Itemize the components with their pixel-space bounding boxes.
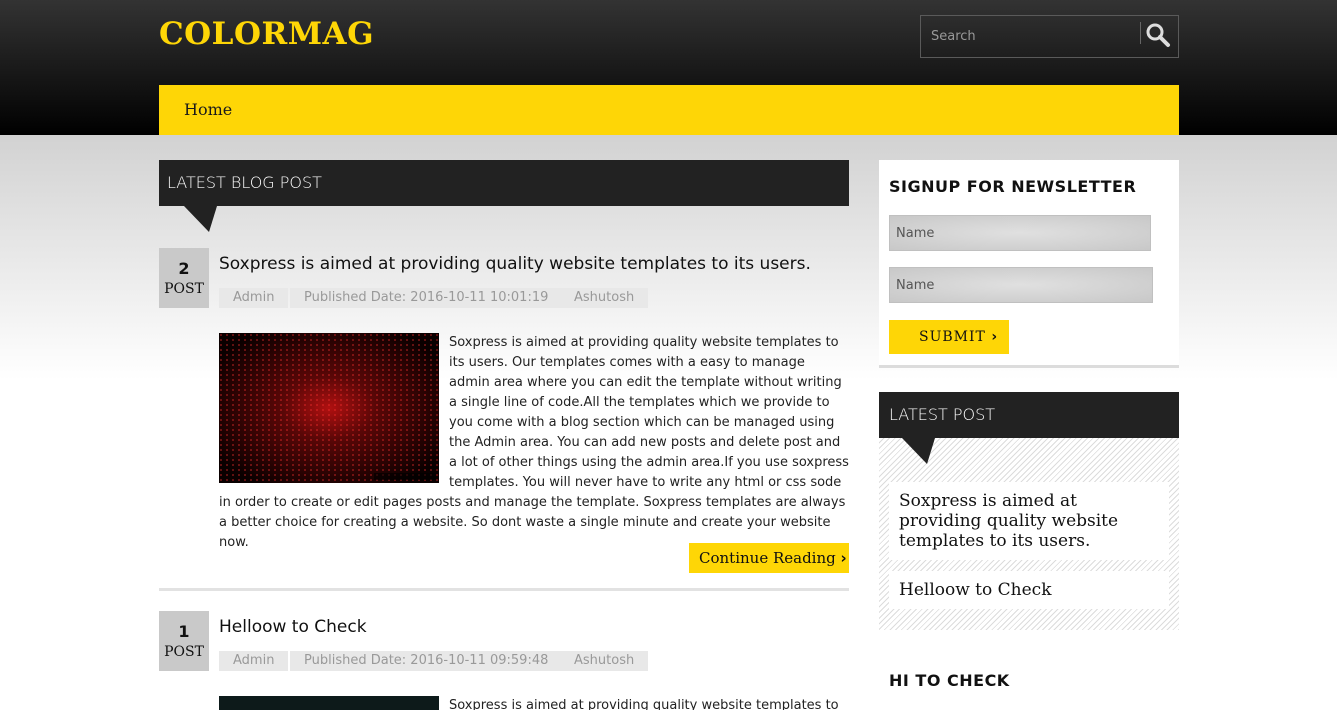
search-input[interactable] <box>921 16 1139 57</box>
latest-post-item[interactable]: Soxpress is aimed at providing quality w… <box>889 482 1169 560</box>
site-logo[interactable]: COLORMAG <box>159 16 374 52</box>
post-number: 2 <box>178 259 190 278</box>
nav-item-home[interactable]: Home <box>184 100 232 119</box>
post-published-date: Published Date: 2016-10-11 09:59:48 <box>290 651 563 671</box>
chevron-right-icon: › <box>991 329 999 345</box>
search-divider <box>1140 22 1141 44</box>
post-number-label: POST <box>164 281 204 297</box>
post-divider <box>159 588 849 591</box>
latest-post-item[interactable]: Helloow to Check <box>889 571 1169 609</box>
heading-tail <box>902 438 935 464</box>
newsletter-email-field[interactable] <box>889 267 1153 303</box>
continue-reading-label: Continue Reading <box>699 549 836 567</box>
post-user[interactable]: Ashutosh <box>560 288 649 308</box>
submit-label: SUBMIT <box>919 329 986 345</box>
newsletter-widget: SIGNUP FOR NEWSLETTER SUBMIT › <box>879 160 1179 368</box>
post-title[interactable]: Soxpress is aimed at providing quality w… <box>219 254 811 274</box>
newsletter-name-field[interactable] <box>889 215 1151 251</box>
post-number: 1 <box>178 622 190 641</box>
post-excerpt: Soxpress is aimed at providing quality w… <box>449 696 849 710</box>
continue-reading-button[interactable]: Continue Reading › <box>689 543 849 573</box>
post-thumbnail[interactable] <box>219 696 439 710</box>
post-published-date: Published Date: 2016-10-11 10:01:19 <box>290 288 563 308</box>
post-author[interactable]: Admin <box>219 288 289 308</box>
post-number-badge: 2 POST <box>159 248 209 308</box>
search-box <box>920 15 1179 58</box>
site-header: COLORMAG Home <box>0 0 1337 135</box>
submit-button[interactable]: SUBMIT › <box>889 320 1009 354</box>
post-excerpt: Soxpress is aimed at providing quality w… <box>219 333 849 553</box>
excerpt-float-spacer <box>219 333 449 493</box>
heading-tail <box>184 206 217 232</box>
latest-post-list: Soxpress is aimed at providing quality w… <box>879 438 1179 630</box>
post-user[interactable]: Ashutosh <box>560 651 649 671</box>
main-nav: Home <box>159 85 1179 135</box>
post-number-label: POST <box>164 644 204 660</box>
post-author[interactable]: Admin <box>219 651 289 671</box>
latest-blog-post-heading: LATEST BLOG POST <box>159 160 849 206</box>
post-number-badge: 1 POST <box>159 611 209 671</box>
chevron-right-icon: › <box>840 549 847 567</box>
search-icon[interactable] <box>1143 20 1173 50</box>
newsletter-heading: SIGNUP FOR NEWSLETTER <box>889 177 1137 196</box>
post-title[interactable]: Helloow to Check <box>219 617 367 637</box>
latest-post-heading: LATEST POST <box>879 392 1179 438</box>
hi-to-check-heading: HI TO CHECK <box>889 671 1010 690</box>
post-excerpt-text: Soxpress is aimed at providing quality w… <box>449 698 839 710</box>
